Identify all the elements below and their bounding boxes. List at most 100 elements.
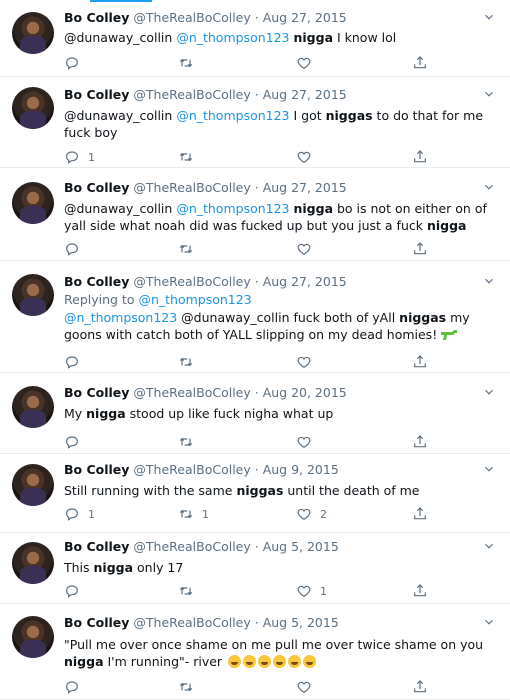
chevron-down-icon[interactable] [482, 274, 496, 288]
reply-button[interactable] [64, 582, 88, 600]
mention-link[interactable]: @n_thompson123 [64, 310, 177, 325]
share-button[interactable] [412, 353, 428, 371]
author-handle[interactable]: @TheRealBoColley [133, 10, 250, 25]
author-handle[interactable]: @TheRealBoColley [133, 180, 250, 195]
author-name[interactable]: Bo Colley [64, 539, 129, 554]
reply-button[interactable] [64, 54, 88, 72]
tweet-text-segment: @dunaway_collin [64, 201, 177, 216]
retweet-button[interactable]: 1 [178, 505, 209, 523]
tweet[interactable]: Bo Colley @TheRealBoColley · Aug 5, 2015… [0, 533, 510, 604]
avatar[interactable] [12, 386, 54, 428]
like-button[interactable]: 1 [296, 582, 327, 600]
tweet[interactable]: Bo Colley @TheRealBoColley · Aug 27, 201… [0, 168, 510, 261]
reply-button[interactable]: 1 [64, 148, 95, 166]
retweet-button[interactable] [178, 433, 202, 451]
like-button[interactable] [296, 353, 320, 371]
share-button[interactable] [412, 148, 428, 166]
avatar[interactable] [12, 542, 54, 584]
tweet-content: @dunaway_collin @n_thompson123 nigga bo … [64, 197, 496, 234]
like-button[interactable] [296, 148, 320, 166]
retweet-button[interactable] [178, 148, 202, 166]
tweet-date[interactable]: Aug 27, 2015 [263, 10, 347, 25]
reply-button[interactable]: 1 [64, 505, 95, 523]
share-button[interactable] [412, 54, 428, 72]
share-button[interactable] [412, 505, 428, 523]
tweet-date[interactable]: Aug 9, 2015 [263, 462, 339, 477]
author-handle[interactable]: @TheRealBoColley [133, 274, 250, 289]
retweet-button[interactable] [178, 240, 202, 258]
reply-button[interactable] [64, 678, 88, 696]
retweet-button[interactable] [178, 678, 202, 696]
tweet-text-segment: until the death of me [283, 483, 420, 498]
avatar[interactable] [12, 12, 54, 54]
tweet[interactable]: Bo Colley @TheRealBoColley · Aug 27, 201… [0, 0, 510, 77]
replying-to-mention[interactable]: @n_thompson123 [138, 292, 251, 307]
author-handle[interactable]: @TheRealBoColley [133, 87, 250, 102]
tweet-text-segment: niggas [325, 108, 373, 123]
tweet[interactable]: Bo Colley @TheRealBoColley · Aug 5, 2015… [0, 604, 510, 700]
tweet-text-segment: This [64, 560, 94, 575]
author-name[interactable]: Bo Colley [64, 274, 129, 289]
tweet-date[interactable]: Aug 5, 2015 [263, 539, 339, 554]
author-name[interactable]: Bo Colley [64, 615, 129, 630]
like-button[interactable] [296, 433, 320, 451]
avatar[interactable] [12, 616, 54, 658]
tweet-date[interactable]: Aug 27, 2015 [263, 180, 347, 195]
retweet-button[interactable] [178, 353, 202, 371]
reply-button[interactable] [64, 433, 88, 451]
tweet-date[interactable]: Aug 20, 2015 [263, 385, 347, 400]
like-button[interactable] [296, 678, 320, 696]
author-handle[interactable]: @TheRealBoColley [133, 539, 250, 554]
share-button[interactable] [412, 582, 428, 600]
author-name[interactable]: Bo Colley [64, 10, 129, 25]
mention-link[interactable]: @n_thompson123 [176, 108, 289, 123]
chevron-down-icon[interactable] [482, 180, 496, 194]
chevron-down-icon[interactable] [482, 462, 496, 476]
tweet[interactable]: Bo Colley @TheRealBoColley · Aug 27, 201… [0, 77, 510, 168]
tweet-date[interactable]: Aug 5, 2015 [263, 615, 339, 630]
avatar[interactable] [12, 182, 54, 224]
retweet-button[interactable] [178, 54, 202, 72]
like-button[interactable] [296, 240, 320, 258]
replies-count: 1 [88, 150, 95, 164]
reply-button[interactable] [64, 240, 88, 258]
mention-link[interactable]: @n_thompson123 [176, 201, 289, 216]
author-handle[interactable]: @TheRealBoColley [133, 462, 250, 477]
mention-link[interactable]: @n_thompson123 [176, 30, 289, 45]
retweet-button[interactable] [178, 582, 202, 600]
share-button[interactable] [412, 678, 428, 696]
chevron-down-icon[interactable] [482, 87, 496, 101]
avatar[interactable] [12, 87, 54, 129]
author-handle[interactable]: @TheRealBoColley [133, 385, 250, 400]
author-name[interactable]: Bo Colley [64, 385, 129, 400]
chevron-down-icon[interactable] [482, 385, 496, 399]
tweet-actions [0, 353, 510, 371]
author-name[interactable]: Bo Colley [64, 462, 129, 477]
replies-count: 1 [88, 507, 95, 521]
tweet-text-segment: niggas [399, 310, 447, 325]
share-button[interactable] [412, 240, 428, 258]
like-button[interactable]: 2 [296, 505, 327, 523]
tweet[interactable]: Bo Colley @TheRealBoColley · Aug 27, 201… [0, 261, 510, 373]
tweet-text: @dunaway_collin @n_thompson123 I got nig… [64, 107, 496, 141]
tweet-text-segment: nigga [293, 30, 334, 45]
author-name[interactable]: Bo Colley [64, 87, 129, 102]
tweet-date[interactable]: Aug 27, 2015 [263, 274, 347, 289]
author-name[interactable]: Bo Colley [64, 180, 129, 195]
avatar[interactable] [12, 464, 54, 506]
chevron-down-icon[interactable] [482, 615, 496, 629]
tweet-date[interactable]: Aug 27, 2015 [263, 87, 347, 102]
author-handle[interactable]: @TheRealBoColley [133, 615, 250, 630]
share-icon [412, 241, 428, 257]
reply-button[interactable] [64, 353, 88, 371]
share-button[interactable] [412, 433, 428, 451]
chevron-down-icon[interactable] [482, 10, 496, 24]
tweet[interactable]: Bo Colley @TheRealBoColley · Aug 20, 201… [0, 373, 510, 454]
face-with-tears-of-joy-emoji [243, 655, 257, 668]
tweet-content: Replying to @n_thompson123 @n_thompson123… [64, 291, 496, 343]
avatar[interactable] [12, 274, 54, 316]
like-button[interactable] [296, 54, 320, 72]
chevron-down-icon[interactable] [482, 539, 496, 553]
tweet[interactable]: Bo Colley @TheRealBoColley · Aug 9, 2015… [0, 454, 510, 533]
tweet-text-segment: "Pull me over once shame on me pull me o… [64, 637, 484, 652]
